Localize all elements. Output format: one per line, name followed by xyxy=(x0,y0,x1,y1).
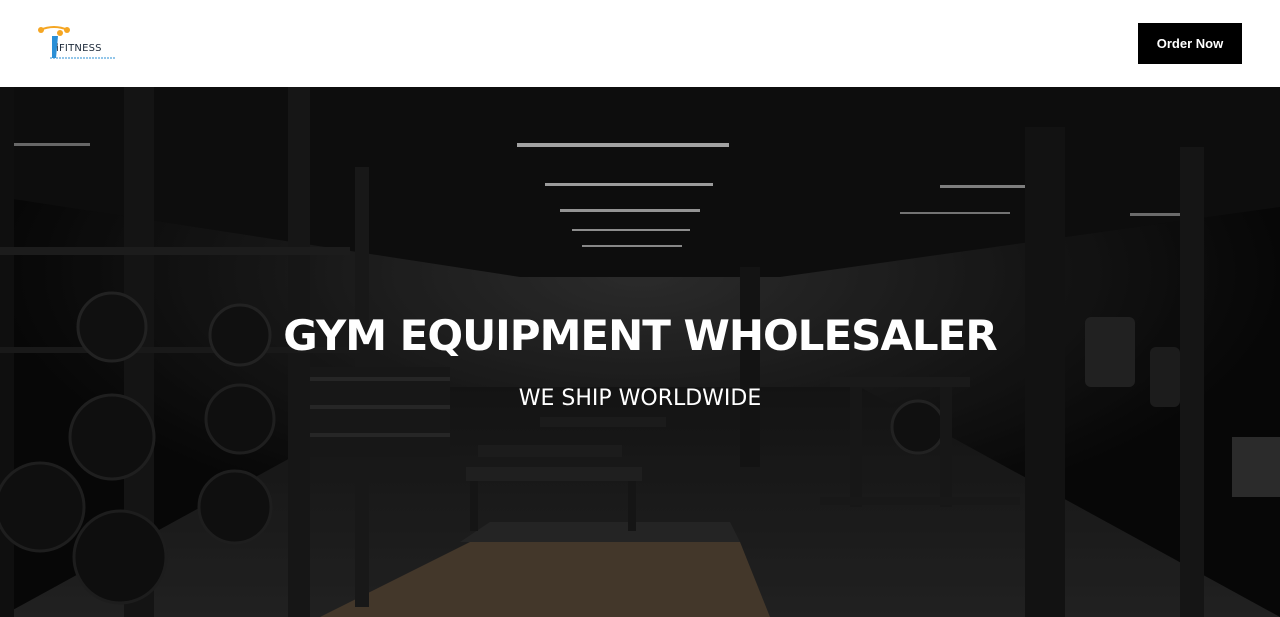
order-now-button[interactable]: Order Now xyxy=(1138,23,1242,64)
hero-subtitle: WE SHIP WORLDWIDE xyxy=(518,386,762,411)
site-header: iFITNESS Order Now xyxy=(0,0,1280,87)
logo-text: iFITNESS xyxy=(56,43,102,54)
brand-logo[interactable]: iFITNESS xyxy=(38,24,118,62)
hero-title: GYM EQUIPMENT WHOLESALER xyxy=(283,311,997,360)
hero-banner: GYM EQUIPMENT WHOLESALER WE SHIP WORLDWI… xyxy=(0,87,1280,617)
